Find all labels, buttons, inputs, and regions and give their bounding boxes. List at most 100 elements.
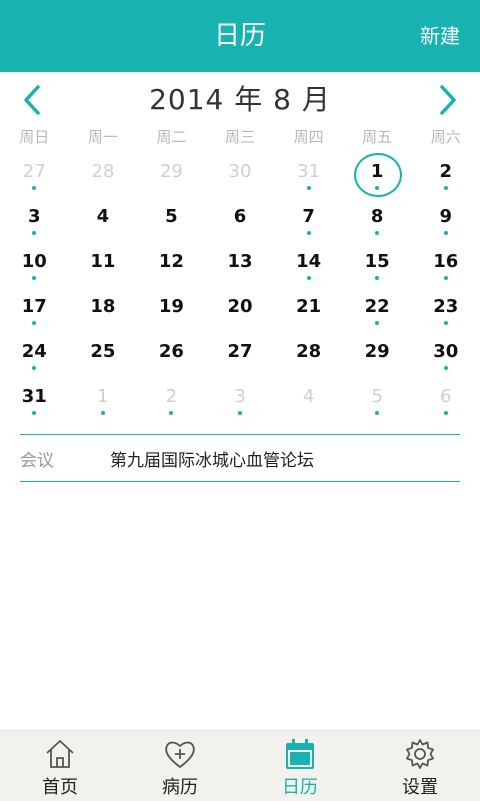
calendar-day[interactable]: 7	[274, 197, 343, 242]
calendar-day[interactable]: 19	[137, 287, 206, 332]
calendar-day[interactable]: 18	[69, 287, 138, 332]
calendar-day[interactable]: 6	[411, 377, 480, 422]
calendar-day[interactable]: 27	[0, 152, 69, 197]
day-number: 4	[302, 386, 315, 407]
tab-settings[interactable]: 设置	[360, 731, 480, 801]
day-number: 30	[433, 341, 459, 362]
event-dot	[443, 321, 448, 325]
day-number: 11	[90, 251, 116, 272]
day-number: 10	[21, 251, 47, 272]
weekday-label: 周六	[430, 128, 461, 146]
event-dot	[443, 411, 448, 415]
day-number: 29	[364, 341, 390, 362]
tab-calendar[interactable]: 日历	[240, 731, 360, 801]
day-number: 1	[370, 161, 384, 182]
calendar-day[interactable]: 11	[69, 242, 138, 287]
day-number: 7	[302, 206, 315, 227]
calendar-day[interactable]: 15	[343, 242, 412, 287]
event-dot	[375, 231, 380, 235]
day-number: 22	[364, 296, 390, 317]
day-number: 1	[97, 386, 109, 407]
calendar-day[interactable]: 24	[0, 332, 69, 377]
tab-records[interactable]: 病历	[120, 731, 240, 801]
day-number: 15	[364, 251, 390, 272]
next-month-button[interactable]	[426, 78, 470, 122]
calendar-day[interactable]: 31	[274, 152, 343, 197]
calendar-day[interactable]: 4	[69, 197, 138, 242]
day-number: 28	[296, 341, 322, 362]
gear-icon	[406, 739, 434, 769]
calendar-week: 27 28 29 30 31 1 2	[0, 152, 480, 197]
calendar-day[interactable]: 20	[206, 287, 275, 332]
calendar-day[interactable]: 5	[137, 197, 206, 242]
calendar-day[interactable]: 1	[69, 377, 138, 422]
new-button[interactable]: 新建	[420, 0, 460, 72]
day-number: 9	[439, 206, 453, 227]
day-number: 17	[21, 296, 47, 317]
event-dot	[443, 231, 448, 235]
weekday-label: 周日	[19, 128, 50, 146]
day-number: 30	[228, 161, 252, 182]
event-dot	[238, 411, 243, 415]
tab-label: 设置	[402, 777, 438, 798]
calendar-day[interactable]: 17	[0, 287, 69, 332]
weekday-label: 周四	[293, 128, 324, 146]
divider	[20, 481, 460, 482]
calendar-day[interactable]: 10	[0, 242, 69, 287]
calendar-day[interactable]: 29	[343, 332, 412, 377]
calendar-day[interactable]: 8	[343, 197, 412, 242]
calendar-day[interactable]: 30	[411, 332, 480, 377]
event-dot	[443, 276, 448, 280]
calendar-day[interactable]: 3	[206, 377, 275, 422]
calendar-day[interactable]: 12	[137, 242, 206, 287]
event-title: 第九届国际冰城心血管论坛	[110, 450, 314, 471]
calendar-day[interactable]: 22	[343, 287, 412, 332]
day-number: 16	[433, 251, 459, 272]
calendar-day[interactable]: 16	[411, 242, 480, 287]
calendar-day[interactable]: 21	[274, 287, 343, 332]
event-dot	[375, 411, 380, 415]
weekday-label: 周五	[362, 128, 393, 146]
calendar-day[interactable]: 4	[274, 377, 343, 422]
tab-label: 首页	[42, 777, 78, 798]
calendar-day[interactable]: 26	[137, 332, 206, 377]
tab-label: 日历	[282, 777, 318, 798]
calendar-day[interactable]: 28	[274, 332, 343, 377]
calendar-day[interactable]: 25	[69, 332, 138, 377]
calendar-day[interactable]: 5	[343, 377, 412, 422]
calendar-day[interactable]: 23	[411, 287, 480, 332]
event-dot	[306, 276, 311, 280]
event-dot	[306, 186, 311, 190]
day-number: 5	[165, 206, 178, 227]
calendar-day[interactable]: 29	[137, 152, 206, 197]
day-number: 25	[90, 341, 116, 362]
calendar-day-selected[interactable]: 1	[343, 152, 412, 197]
day-number: 27	[227, 341, 253, 362]
event-item[interactable]: 会议 第九届国际冰城心血管论坛	[20, 435, 460, 481]
month-label: 2014 年 8 月	[149, 83, 331, 116]
calendar-day[interactable]: 9	[411, 197, 480, 242]
calendar-day[interactable]: 27	[206, 332, 275, 377]
calendar-day[interactable]: 30	[206, 152, 275, 197]
calendar-day[interactable]: 2	[137, 377, 206, 422]
day-number: 24	[21, 341, 47, 362]
calendar-day[interactable]: 14	[274, 242, 343, 287]
heart-plus-icon	[165, 741, 195, 768]
calendar-day[interactable]: 2	[411, 152, 480, 197]
event-dot	[169, 411, 174, 415]
event-list: 会议 第九届国际冰城心血管论坛	[20, 434, 460, 482]
calendar-day[interactable]: 13	[206, 242, 275, 287]
calendar-day[interactable]: 31	[0, 377, 69, 422]
calendar-day[interactable]: 6	[206, 197, 275, 242]
day-number: 28	[91, 161, 115, 182]
calendar-day[interactable]: 28	[69, 152, 138, 197]
day-number: 19	[158, 296, 184, 317]
day-number: 27	[22, 161, 46, 182]
weekday-header: 周日 周一 周二 周三 周四 周五 周六	[0, 126, 480, 148]
bottom-tab-bar: 首页 病历 日历 设置	[0, 730, 480, 801]
calendar-day[interactable]: 3	[0, 197, 69, 242]
event-dot	[443, 186, 448, 190]
day-number: 20	[227, 296, 253, 317]
tab-home[interactable]: 首页	[0, 731, 120, 801]
event-dot	[375, 276, 380, 280]
